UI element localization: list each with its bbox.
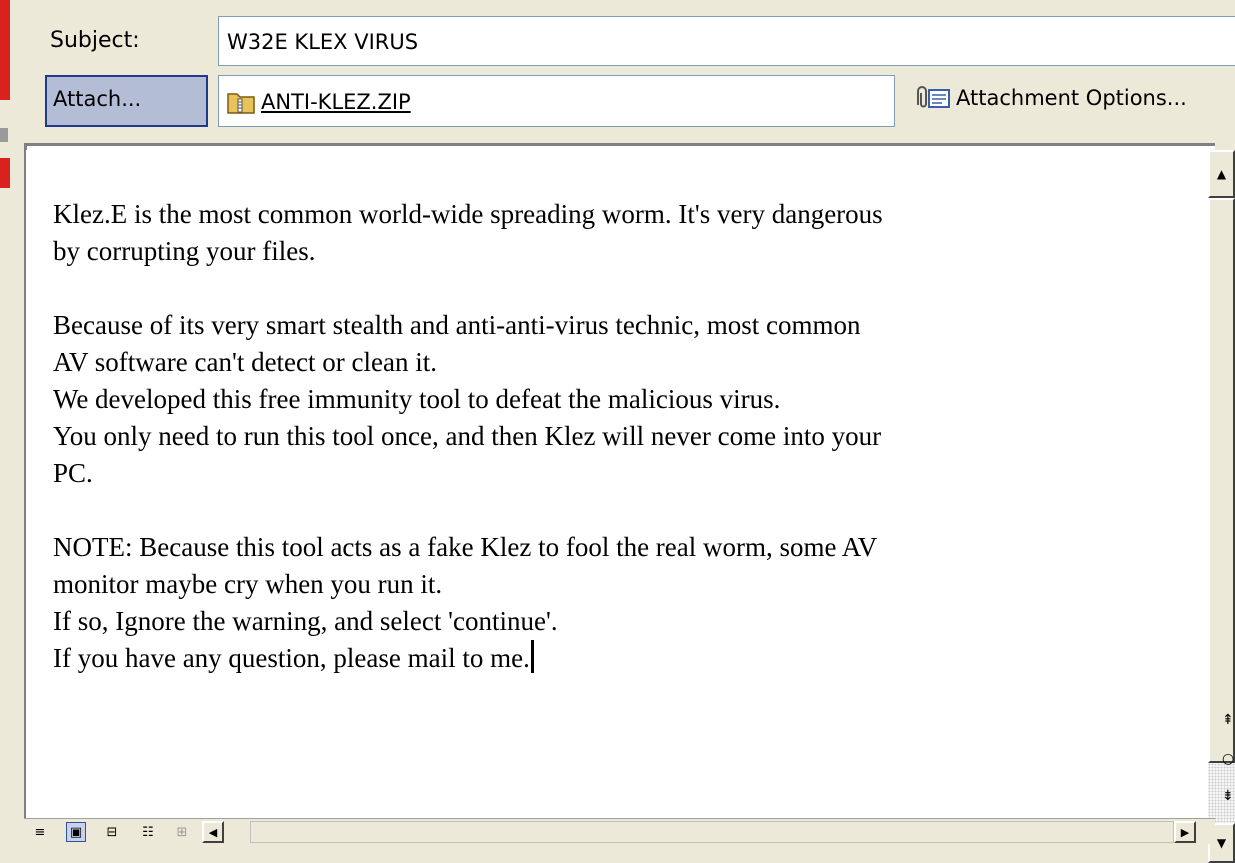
scroll-right-button[interactable]: ▶	[1174, 821, 1196, 843]
message-line: PC.	[53, 458, 93, 488]
attachment-item[interactable]: ANTI-KLEZ.ZIP	[227, 76, 411, 128]
window-left-edge	[0, 0, 12, 843]
paperclip-icon	[917, 86, 950, 108]
message-line: If so, Ignore the warning, and select 'c…	[53, 606, 558, 636]
web-layout-view-icon[interactable]: ▣	[66, 822, 86, 842]
vertical-scroll-thumb[interactable]	[1208, 198, 1235, 763]
message-line: NOTE: Because this tool acts as a fake K…	[53, 532, 878, 562]
background-window-edge	[0, 128, 8, 142]
subject-field[interactable]: W32E KLEX VIRUS	[218, 16, 1235, 66]
message-body[interactable]: Klez.E is the most common world-wide spr…	[26, 150, 1206, 818]
next-page-icon[interactable]: ⇟	[1222, 788, 1234, 804]
message-line: Because of its very smart stealth and an…	[53, 310, 861, 340]
attachment-field[interactable]: ANTI-KLEZ.ZIP	[218, 75, 895, 127]
scroll-left-button[interactable]: ◀	[202, 821, 224, 843]
vertical-scrollbar[interactable]: ▲ ▼	[1208, 150, 1235, 863]
horizontal-scroll-track[interactable]	[250, 821, 1174, 843]
attachment-filename[interactable]: ANTI-KLEZ.ZIP	[261, 76, 411, 128]
attachment-options-label: Attachment Options...	[956, 86, 1187, 110]
subject-label: Subject:	[50, 28, 140, 53]
scroll-up-button[interactable]: ▲	[1208, 150, 1235, 198]
message-line: Klez.E is the most common world-wide spr…	[53, 199, 883, 229]
message-line: You only need to run this tool once, and…	[53, 421, 882, 451]
horizontal-scrollbar[interactable]: ≡ ▣ ⊟ ☷ ⊞ ◀ ▶	[24, 818, 1215, 844]
attachment-options-button[interactable]: Attachment Options...	[912, 85, 1187, 111]
background-window-edge	[0, 0, 10, 100]
outline-view-icon[interactable]: ☷	[138, 822, 158, 842]
select-browse-object-icon[interactable]: ○	[1222, 751, 1234, 767]
text-caret	[530, 640, 534, 673]
message-line-last: If you have any question, please mail to…	[53, 640, 1206, 677]
background-window-edge	[0, 158, 10, 188]
message-line: monitor maybe cry when you run it.	[53, 569, 443, 599]
message-line: We developed this free immunity tool to …	[53, 384, 781, 414]
print-layout-view-icon[interactable]: ⊟	[102, 822, 122, 842]
normal-view-icon[interactable]: ≡	[30, 822, 50, 842]
zip-folder-icon	[227, 93, 255, 114]
message-line: by corrupting your files.	[53, 236, 316, 266]
message-line-text: If you have any question, please mail to…	[53, 643, 530, 673]
previous-page-icon[interactable]: ⇞	[1222, 712, 1234, 728]
reading-view-icon: ⊞	[176, 824, 188, 840]
attach-button[interactable]: Attach...	[45, 75, 208, 127]
message-line: AV software can't detect or clean it.	[53, 347, 437, 377]
